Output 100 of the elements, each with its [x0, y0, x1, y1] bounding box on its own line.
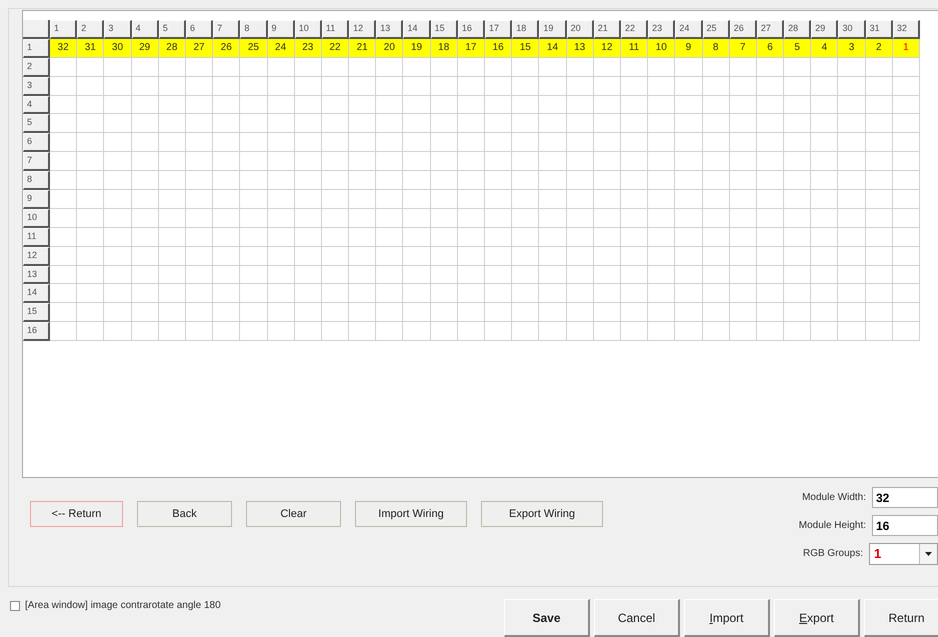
row-header: 4: [23, 96, 50, 114]
column-header: 21: [594, 20, 621, 39]
dialog-button[interactable]: Import: [684, 599, 770, 637]
column-header: 24: [675, 20, 702, 39]
grid-cell[interactable]: 10: [648, 38, 676, 58]
column-header: 5: [158, 20, 186, 39]
checkbox-label: [Area window] image contrarotate angle 180: [25, 600, 221, 611]
row-header: 1: [23, 38, 50, 58]
field-label: RGB Groups:: [802, 548, 863, 559]
grid-cell[interactable]: 18: [430, 38, 458, 58]
grid-cell[interactable]: 2: [866, 38, 893, 58]
grid-cell[interactable]: 3: [838, 38, 866, 58]
row-header: 9: [23, 190, 50, 209]
grid-cell[interactable]: 27: [186, 38, 214, 58]
row-header: 2: [23, 58, 50, 77]
row-header: 6: [23, 133, 50, 152]
grid-cell[interactable]: 13: [566, 38, 594, 58]
checkbox[interactable]: [10, 601, 20, 611]
column-header: 31: [866, 20, 893, 39]
dropdown-arrow-icon: [925, 552, 932, 556]
row-header: 15: [23, 303, 50, 322]
toolbar-button[interactable]: Import Wiring: [355, 501, 467, 527]
grid-cell[interactable]: 15: [512, 38, 540, 58]
column-header: 11: [322, 20, 350, 39]
input-field[interactable]: 32: [872, 487, 938, 508]
grid-cell[interactable]: 19: [403, 38, 431, 58]
column-header: 30: [838, 20, 866, 39]
column-header: 18: [512, 20, 540, 39]
row-header: 13: [23, 266, 50, 284]
grid-cell[interactable]: 23: [294, 38, 322, 58]
grid-cell[interactable]: 14: [539, 38, 567, 58]
column-header: 10: [294, 20, 322, 39]
grid-cell[interactable]: 11: [620, 38, 648, 58]
toolbar-button[interactable]: Back: [137, 501, 232, 527]
column-header: 29: [811, 20, 838, 39]
column-header: 32: [892, 20, 920, 39]
grid-cell[interactable]: 29: [132, 38, 159, 58]
grid-cell[interactable]: 30: [104, 38, 132, 58]
column-header: 15: [430, 20, 458, 39]
column-header: 2: [77, 20, 104, 39]
grid-cell[interactable]: 26: [213, 38, 240, 58]
column-header: 25: [702, 20, 730, 39]
grid-cell[interactable]: 28: [158, 38, 186, 58]
input-field[interactable]: 16: [872, 515, 938, 536]
column-header: 1: [50, 20, 78, 39]
column-header: 12: [349, 20, 376, 39]
grid-cell[interactable]: 9: [675, 38, 702, 58]
column-header: 9: [268, 20, 295, 39]
grid-cell[interactable]: 4: [811, 38, 838, 58]
dialog-button[interactable]: Cancel: [594, 599, 680, 637]
dialog-button[interactable]: Save: [504, 599, 590, 637]
column-header: 4: [132, 20, 159, 39]
grid-cell[interactable]: 17: [458, 38, 485, 58]
column-header: 28: [784, 20, 812, 39]
grid-cell[interactable]: 6: [756, 38, 784, 58]
grid-cell[interactable]: 8: [702, 38, 730, 58]
grid-cell[interactable]: 5: [784, 38, 812, 58]
grid-cell[interactable]: 24: [268, 38, 295, 58]
row-header: 14: [23, 284, 50, 304]
column-header: 16: [458, 20, 485, 39]
column-header: 8: [240, 20, 268, 39]
column-header: 26: [730, 20, 757, 39]
column-header: 7: [213, 20, 240, 39]
column-header: 6: [186, 20, 214, 39]
dropdown[interactable]: 1: [869, 542, 938, 564]
column-header: 19: [539, 20, 567, 39]
column-header: 27: [756, 20, 784, 39]
grid-cell[interactable]: 25: [240, 38, 268, 58]
column-header: 17: [485, 20, 512, 39]
grid-cell[interactable]: 31: [77, 38, 104, 58]
grid-cell[interactable]: 16: [485, 38, 512, 58]
toolbar-button[interactable]: Export Wiring: [481, 501, 603, 527]
row-header: 12: [23, 246, 50, 266]
column-header: 14: [403, 20, 431, 39]
column-header: 22: [620, 20, 648, 39]
toolbar-button[interactable]: <-- Return: [30, 501, 123, 527]
grid-cell[interactable]: 7: [730, 38, 757, 58]
dialog-button[interactable]: Return: [864, 599, 938, 637]
row-header: 10: [23, 208, 50, 228]
field-label: Module Height:: [798, 520, 866, 531]
toolbar-button[interactable]: Clear: [246, 501, 341, 527]
row-header: 16: [23, 322, 50, 342]
grid-cell[interactable]: 21: [349, 38, 376, 58]
column-header: 3: [104, 20, 132, 39]
column-header: 23: [648, 20, 676, 39]
dialog-button[interactable]: Export: [774, 599, 860, 637]
row-header: 11: [23, 228, 50, 247]
row-header: 7: [23, 152, 50, 172]
row-header: 3: [23, 76, 50, 96]
grid-cell[interactable]: 32: [50, 38, 78, 58]
field-label: Module Width:: [802, 492, 866, 503]
row-header: 5: [23, 114, 50, 134]
corner-header[interactable]: [23, 20, 50, 39]
grid-cell[interactable]: 20: [376, 38, 404, 58]
grid-cell[interactable]: 1: [892, 38, 920, 58]
column-header: 13: [376, 20, 404, 39]
row-header: 8: [23, 171, 50, 190]
column-header: 20: [566, 20, 594, 39]
grid-cell[interactable]: 12: [594, 38, 621, 58]
grid-cell[interactable]: 22: [322, 38, 350, 58]
